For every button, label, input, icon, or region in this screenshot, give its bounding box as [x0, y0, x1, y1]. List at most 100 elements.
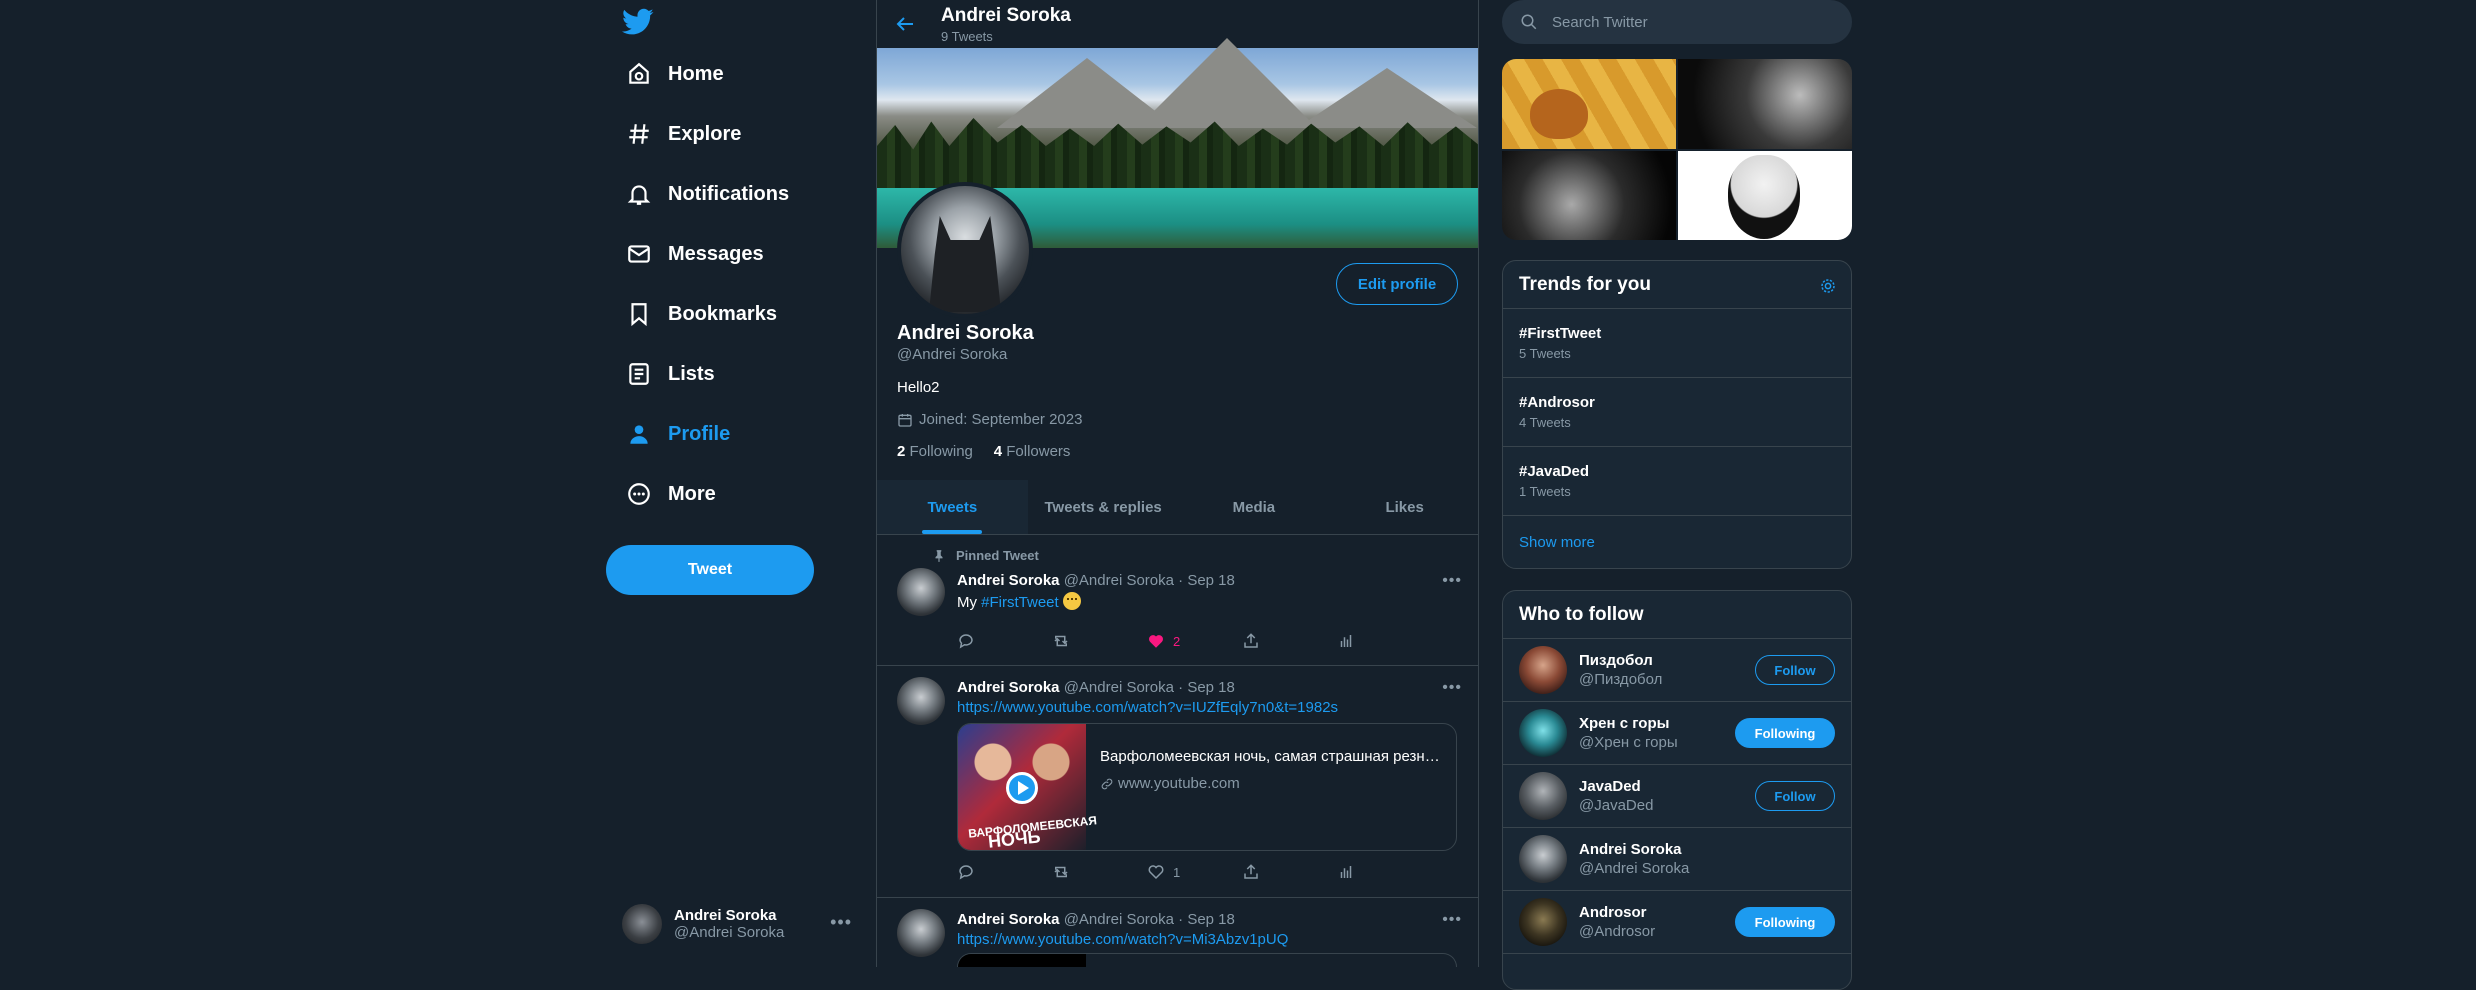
trend-name: #FirstTweet	[1519, 325, 1602, 342]
link-preview-card[interactable]	[957, 953, 1457, 967]
avatar[interactable]	[897, 677, 945, 725]
tweet-meta: @Andrei Soroka · Sep 18	[1063, 572, 1235, 589]
show-more-link[interactable]: Show more	[1503, 516, 1851, 568]
share-button[interactable]	[1242, 632, 1302, 650]
tweet-author[interactable]: Andrei Soroka	[957, 911, 1060, 928]
link-preview-card[interactable]: ВАРФОЛОМЕЕВСКАЯ НОЧЬ Варфоломеевская ноч…	[957, 723, 1457, 851]
avatar[interactable]	[1519, 709, 1567, 757]
analytics-button[interactable]	[1337, 632, 1397, 650]
tweet-header: Andrei Soroka @Andrei Soroka · Sep 18	[957, 679, 1235, 696]
card-title: Варфоломеевская ночь, самая страшная рез…	[1100, 748, 1440, 765]
avatar[interactable]	[1519, 898, 1567, 946]
tab-media[interactable]: Media	[1179, 480, 1330, 534]
avatar[interactable]	[1519, 835, 1567, 883]
tab-tweets-replies[interactable]: Tweets & replies	[1028, 480, 1179, 534]
follow-suggestion[interactable]: Andrei Soroka @Andrei Soroka	[1503, 828, 1851, 891]
nav-item-explore[interactable]: Explore	[626, 112, 741, 156]
profile-avatar[interactable]	[897, 182, 1033, 318]
follow-suggestion[interactable]: Пиздобол @Пиздобол Follow	[1503, 639, 1851, 702]
account-name: Andrei Soroka	[674, 907, 777, 924]
video-thumbnail: ВАРФОЛОМЕЕВСКАЯ НОЧЬ	[958, 724, 1097, 850]
avatar[interactable]	[897, 568, 945, 616]
retweet-button[interactable]	[1052, 863, 1112, 881]
tweet[interactable]: Andrei Soroka @Andrei Soroka · Sep 18 ••…	[877, 667, 1478, 898]
account-switcher[interactable]: Andrei Soroka @Andrei Soroka •••	[622, 900, 852, 948]
tab-likes[interactable]: Likes	[1329, 480, 1478, 534]
bookmark-icon	[631, 303, 647, 327]
trend-item[interactable]: #Androsor 4 Tweets	[1503, 378, 1851, 447]
tweet-link[interactable]: https://www.youtube.com/watch?v=IUZfEqly…	[957, 699, 1338, 716]
tweet-actions: 1	[957, 863, 1397, 881]
reply-button[interactable]	[957, 863, 1017, 881]
home-icon	[629, 62, 649, 84]
tweet-link[interactable]: https://www.youtube.com/watch?v=Mi3Abzv1…	[957, 931, 1288, 948]
nav-item-bookmarks[interactable]: Bookmarks	[626, 292, 777, 336]
following-link[interactable]: 2 Following	[897, 443, 973, 460]
tweet[interactable]: Andrei Soroka @Andrei Soroka · Sep 18 ••…	[877, 899, 1478, 967]
analytics-button[interactable]	[1337, 863, 1397, 881]
follow-button[interactable]: Follow	[1755, 655, 1835, 685]
more-options-icon[interactable]: •••	[830, 912, 852, 933]
tweet-author[interactable]: Andrei Soroka	[957, 679, 1060, 696]
follow-button[interactable]: Follow	[1755, 781, 1835, 811]
like-count: 1	[1173, 864, 1181, 880]
avatar[interactable]	[1519, 646, 1567, 694]
gear-icon[interactable]	[1819, 277, 1837, 295]
media-thumbnail[interactable]	[1678, 150, 1852, 240]
nav-item-notifications[interactable]: Notifications	[626, 172, 789, 216]
trends-panel: Trends for you #FirstTweet 5 Tweets #And…	[1502, 260, 1852, 569]
tweet-more-icon[interactable]: •••	[1442, 911, 1462, 929]
tweet-button[interactable]: Tweet	[606, 545, 814, 595]
nav-item-messages[interactable]: Messages	[626, 232, 764, 276]
reply-icon	[959, 634, 973, 649]
search-icon	[1521, 14, 1537, 30]
like-count: 2	[1173, 633, 1181, 649]
heart-filled-icon	[1149, 635, 1163, 648]
nav-item-lists[interactable]: Lists	[626, 352, 715, 396]
follow-suggestion[interactable]: Androsor @Androsor Following	[1503, 891, 1851, 954]
back-arrow-icon[interactable]	[893, 12, 917, 36]
avatar	[622, 904, 662, 944]
following-count: 2	[897, 443, 906, 460]
media-thumbnail[interactable]	[1502, 59, 1676, 149]
tweet-header: Andrei Soroka @Andrei Soroka · Sep 18	[957, 911, 1235, 928]
followers-link[interactable]: 4 Followers	[994, 443, 1071, 460]
nav-item-profile[interactable]: Profile	[626, 412, 730, 456]
tweet-meta: @Andrei Soroka · Sep 18	[1063, 679, 1235, 696]
trend-item[interactable]: #FirstTweet 5 Tweets	[1503, 309, 1851, 378]
nav-item-more[interactable]: More	[626, 472, 716, 516]
media-thumbnail[interactable]	[1678, 59, 1852, 149]
reply-button[interactable]	[957, 632, 1017, 650]
reply-icon	[959, 865, 973, 880]
follow-suggestion[interactable]: Хрен с горы @Хрен с горы Following	[1503, 702, 1851, 765]
twitter-logo-icon[interactable]	[622, 8, 654, 36]
retweet-button[interactable]	[1052, 632, 1112, 650]
search-input[interactable]	[1552, 13, 1812, 31]
tweet-pinned[interactable]: Pinned Tweet Andrei Soroka @Andrei Sorok…	[877, 536, 1478, 666]
edit-profile-button[interactable]: Edit profile	[1336, 263, 1458, 305]
play-icon[interactable]	[1006, 772, 1038, 804]
nav-item-home[interactable]: Home	[626, 52, 724, 96]
hashtag-link[interactable]: #FirstTweet	[981, 594, 1059, 611]
media-thumbnail[interactable]	[1502, 150, 1676, 240]
followers-count: 4	[993, 443, 1003, 460]
share-icon	[1244, 633, 1258, 648]
tweet-more-icon[interactable]: •••	[1442, 679, 1462, 697]
following-button[interactable]: Following	[1735, 907, 1835, 937]
list-icon	[629, 363, 649, 385]
tweet-more-icon[interactable]: •••	[1442, 572, 1462, 590]
tab-tweets[interactable]: Tweets	[877, 480, 1028, 534]
avatar[interactable]	[1519, 772, 1567, 820]
analytics-icon	[1340, 635, 1352, 647]
trend-item[interactable]: #JavaDed 1 Tweets	[1503, 447, 1851, 516]
trend-count: 5 Tweets	[1519, 346, 1571, 361]
nav-label: Home	[668, 62, 724, 85]
follow-suggestion[interactable]: JavaDed @JavaDed Follow	[1503, 765, 1851, 828]
tweet-author[interactable]: Andrei Soroka	[957, 572, 1060, 589]
following-button[interactable]: Following	[1735, 718, 1835, 748]
search-bar[interactable]	[1502, 0, 1852, 44]
like-button[interactable]: 1	[1147, 863, 1207, 881]
like-button[interactable]: 2	[1147, 632, 1207, 650]
share-button[interactable]	[1242, 863, 1302, 881]
avatar[interactable]	[897, 909, 945, 957]
